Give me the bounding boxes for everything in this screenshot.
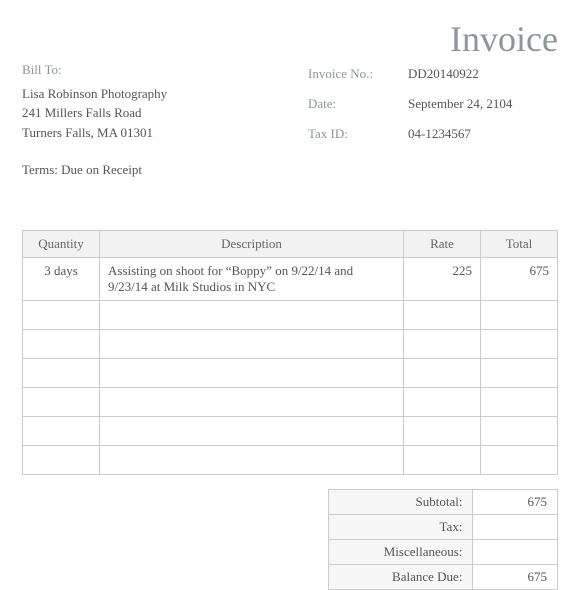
cell-total: [481, 329, 558, 358]
cell-quantity: [23, 387, 100, 416]
bill-to-label: Bill To:: [22, 60, 308, 80]
cell-total: [481, 358, 558, 387]
invoice-no-value: DD20140922: [408, 66, 479, 82]
items-table: Quantity Description Rate Total 3 days A…: [22, 230, 558, 475]
bill-to-address: Lisa Robinson Photography 241 Millers Fa…: [22, 84, 308, 143]
cell-total: [481, 416, 558, 445]
date-value: September 24, 2104: [408, 96, 512, 112]
cell-rate: [404, 329, 481, 358]
invoice-no-label: Invoice No.:: [308, 66, 408, 82]
cell-rate: [404, 358, 481, 387]
misc-value: [473, 539, 558, 564]
col-rate-header: Rate: [404, 230, 481, 257]
cell-rate: [404, 445, 481, 474]
cell-description: [100, 358, 404, 387]
cell-description: [100, 445, 404, 474]
balance-value: 675: [473, 564, 558, 589]
cell-quantity: [23, 445, 100, 474]
col-quantity-header: Quantity: [23, 230, 100, 257]
cell-description: [100, 329, 404, 358]
col-total-header: Total: [481, 230, 558, 257]
cell-rate: [404, 387, 481, 416]
page-title: Invoice: [450, 18, 558, 60]
bill-to-block: Bill To: Lisa Robinson Photography 241 M…: [22, 60, 308, 180]
tax-id-value: 04-1234567: [408, 126, 471, 142]
cell-description: [100, 300, 404, 329]
bill-to-city: Turners Falls, MA 01301: [22, 123, 308, 143]
bill-to-street: 241 Millers Falls Road: [22, 103, 308, 123]
cell-description: [100, 387, 404, 416]
tax-label: Tax:: [329, 514, 473, 539]
table-row: 3 days Assisting on shoot for “Boppy” on…: [23, 257, 558, 300]
cell-quantity: [23, 358, 100, 387]
subtotal-value: 675: [473, 489, 558, 514]
cell-total: [481, 445, 558, 474]
invoice-meta: Invoice No.: DD20140922 Date: September …: [308, 66, 558, 180]
table-row: [23, 300, 558, 329]
bill-to-name: Lisa Robinson Photography: [22, 84, 308, 104]
tax-value: [473, 514, 558, 539]
cell-quantity: 3 days: [23, 257, 100, 300]
tax-id-label: Tax ID:: [308, 126, 408, 142]
col-description-header: Description: [100, 230, 404, 257]
table-row: [23, 445, 558, 474]
cell-description: [100, 416, 404, 445]
table-row: [23, 387, 558, 416]
cell-rate: [404, 416, 481, 445]
date-label: Date:: [308, 96, 408, 112]
cell-rate: 225: [404, 257, 481, 300]
misc-label: Miscellaneous:: [329, 539, 473, 564]
cell-quantity: [23, 300, 100, 329]
terms: Terms: Due on Receipt: [22, 160, 308, 180]
cell-quantity: [23, 416, 100, 445]
table-row: [23, 329, 558, 358]
balance-label: Balance Due:: [329, 564, 473, 589]
cell-total: [481, 300, 558, 329]
header-section: Bill To: Lisa Robinson Photography 241 M…: [22, 60, 558, 180]
cell-total: 675: [481, 257, 558, 300]
cell-description: Assisting on shoot for “Boppy” on 9/22/1…: [100, 257, 404, 300]
totals-table: Subtotal: 675 Tax: Miscellaneous: Balanc…: [328, 489, 558, 590]
cell-quantity: [23, 329, 100, 358]
subtotal-label: Subtotal:: [329, 489, 473, 514]
cell-total: [481, 387, 558, 416]
cell-rate: [404, 300, 481, 329]
table-row: [23, 416, 558, 445]
table-row: [23, 358, 558, 387]
